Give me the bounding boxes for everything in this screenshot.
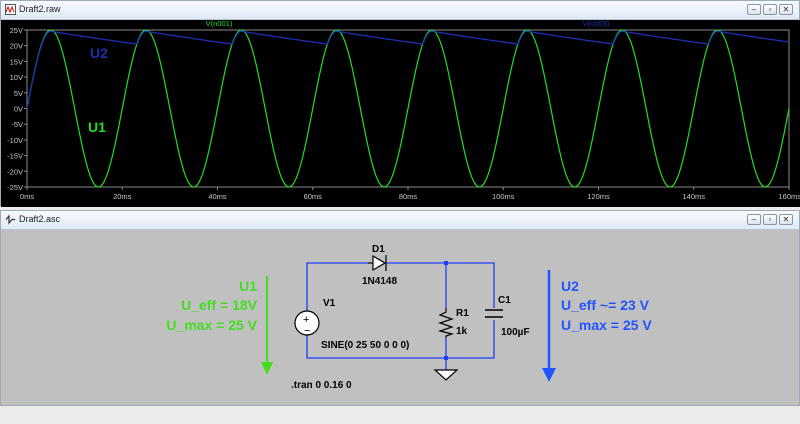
svg-text:−: −: [304, 325, 310, 337]
x-tick-label: 20ms: [113, 192, 132, 201]
x-tick-label: 140ms: [682, 192, 705, 201]
y-tick-label: 5V: [14, 89, 23, 98]
u1-title: U1: [239, 278, 257, 294]
resistor-name: R1: [456, 308, 469, 319]
capacitor-value: 100µF: [501, 327, 530, 338]
y-tick-label: 15V: [10, 57, 23, 66]
y-tick-label: -20V: [7, 167, 23, 176]
schematic-titlebar[interactable]: Draft2.asc – ▫ ✕: [1, 211, 799, 230]
u2-title: U2: [561, 278, 579, 294]
u2-max: U_max = 25 V: [561, 317, 652, 333]
resistor-value: 1k: [456, 326, 468, 337]
maximize-button[interactable]: ▫: [763, 214, 777, 225]
trace-label-v-n003[interactable]: V(n003): [583, 19, 610, 28]
x-tick-label: 0ms: [20, 192, 34, 201]
x-tick-label: 120ms: [587, 192, 610, 201]
source-name: V1: [323, 298, 336, 309]
trace-label-v-n001[interactable]: V(n001): [206, 19, 233, 28]
schematic-canvas[interactable]: D1 1N4148 + − V1 SINE(0 25 50 0 0 0) R1 …: [1, 230, 799, 424]
schematic-window-icon: [5, 214, 15, 225]
x-tick-label: 100ms: [492, 192, 515, 201]
x-tick-label: 160ms: [778, 192, 800, 201]
diode-model: 1N4148: [362, 276, 397, 287]
minimize-button[interactable]: –: [747, 214, 761, 225]
x-tick-label: 60ms: [304, 192, 323, 201]
y-tick-label: 25V: [10, 26, 23, 35]
u2-eff: U_eff ~= 23 V: [561, 297, 650, 313]
waveform-window: Draft2.raw – ▫ ✕ 25V 20V 15V 10V 5V 0V -5V -10V…: [0, 0, 800, 207]
y-tick-label: -25V: [7, 183, 23, 192]
u1-max: U_max = 25 V: [166, 317, 257, 333]
u1-plot-label: U1: [88, 119, 106, 135]
y-tick-label: -10V: [7, 136, 23, 145]
y-tick-label: -5V: [11, 120, 23, 129]
y-tick-label: -15V: [7, 152, 23, 161]
schematic-window-title: Draft2.asc: [19, 214, 61, 224]
x-tick-label: 80ms: [399, 192, 418, 201]
close-button[interactable]: ✕: [779, 214, 793, 225]
diode-name: D1: [372, 244, 385, 255]
y-tick-label: 20V: [10, 42, 23, 51]
schematic-window: Draft2.asc – ▫ ✕ D1 1N4148 + − V1 SINE(0…: [0, 210, 800, 406]
u2-plot-label: U2: [90, 45, 108, 61]
waveform-plot[interactable]: 25V 20V 15V 10V 5V 0V -5V -10V -15V -20V -25V 0ms 2…: [1, 1, 800, 207]
y-tick-label: 10V: [10, 73, 23, 82]
tran-directive[interactable]: .tran 0 0.16 0: [291, 380, 352, 391]
capacitor-name: C1: [498, 295, 511, 306]
x-tick-label: 40ms: [208, 192, 227, 201]
schematic-background: [1, 230, 799, 405]
u1-eff: U_eff = 18V: [181, 297, 258, 313]
source-spec: SINE(0 25 50 0 0 0): [321, 340, 409, 351]
y-tick-label: 0V: [14, 105, 23, 114]
